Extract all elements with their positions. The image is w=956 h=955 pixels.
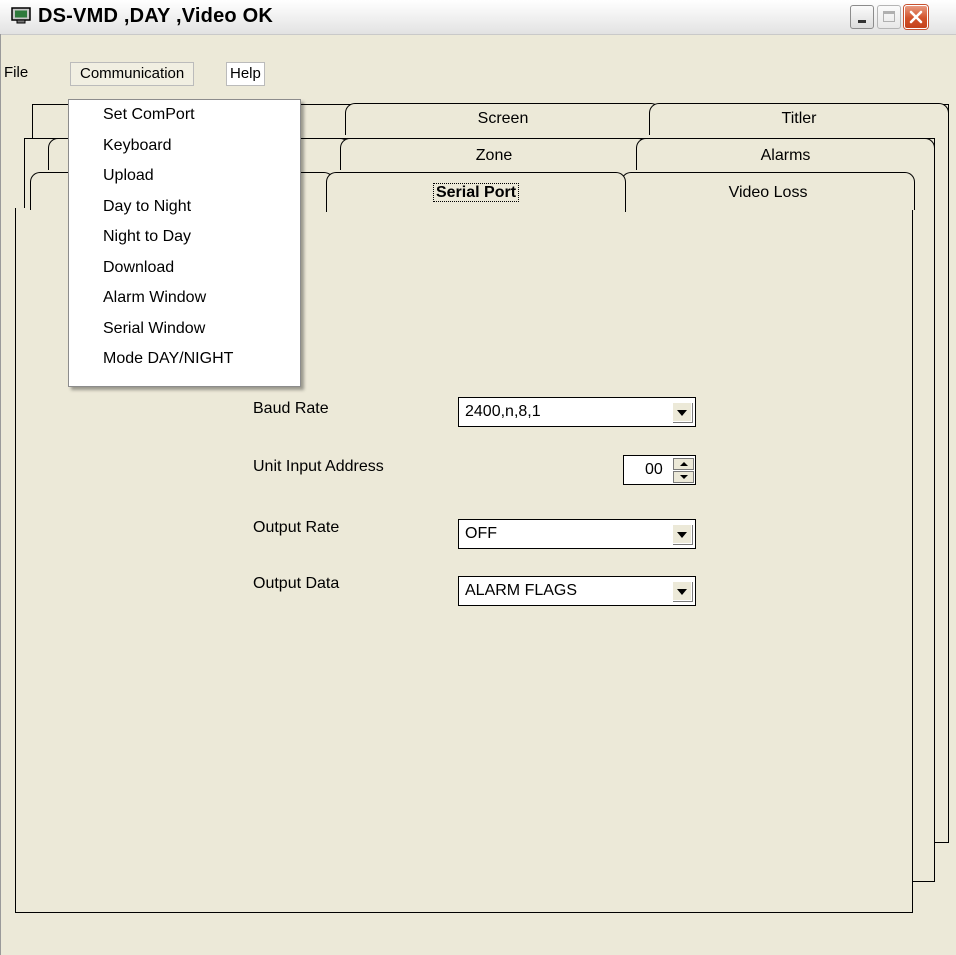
chevron-down-icon[interactable] (672, 581, 692, 601)
chevron-down-icon[interactable] (672, 524, 692, 544)
menu-item-upload[interactable]: Upload (103, 167, 154, 185)
unit-input-address-stepper[interactable]: 00 (623, 455, 696, 485)
menu-file[interactable]: File (4, 60, 28, 86)
tab-alarms[interactable]: Alarms (636, 138, 935, 170)
menu-bar: File Communication Help (0, 60, 956, 86)
tab-serial-port[interactable]: Serial Port (326, 172, 626, 212)
unit-input-address-value[interactable]: 00 (645, 461, 663, 479)
baud-rate-label: Baud Rate (253, 400, 329, 417)
output-rate-value: OFF (465, 525, 497, 542)
tab-serial-port-label: Serial Port (432, 183, 520, 202)
output-data-label: Output Data (253, 575, 340, 592)
menu-item-download[interactable]: Download (103, 259, 174, 277)
output-rate-label: Output Rate (253, 519, 340, 536)
stepper-down-icon[interactable] (673, 471, 694, 483)
output-data-select[interactable]: ALARM FLAGS (458, 576, 696, 606)
minimize-icon[interactable] (850, 5, 874, 29)
window-title: DS-VMD ,DAY ,Video OK (38, 5, 273, 27)
communication-menu: Set ComPort Keyboard Upload Day to Night… (68, 99, 301, 387)
unit-input-address-label: Unit Input Address (253, 458, 384, 475)
menu-item-mode-day-night[interactable]: Mode DAY/NIGHT (103, 350, 233, 368)
output-rate-select[interactable]: OFF (458, 519, 696, 549)
tab-titler[interactable]: Titler (649, 103, 949, 135)
chevron-down-icon[interactable] (672, 402, 692, 422)
menu-item-set-comport[interactable]: Set ComPort (103, 106, 195, 124)
title-bar[interactable]: DS-VMD ,DAY ,Video OK (0, 0, 956, 35)
window-border (0, 34, 1, 955)
menu-item-keyboard[interactable]: Keyboard (103, 137, 172, 155)
baud-rate-select[interactable]: 2400,n,8,1 (458, 397, 696, 427)
menu-help[interactable]: Help (226, 62, 265, 86)
baud-rate-value: 2400,n,8,1 (465, 403, 541, 420)
tab-screen[interactable]: Screen (345, 103, 661, 135)
stepper-up-icon[interactable] (673, 458, 694, 470)
tab-video-loss[interactable]: Video Loss (621, 172, 915, 210)
menu-item-alarm-window[interactable]: Alarm Window (103, 289, 206, 307)
output-data-value: ALARM FLAGS (465, 582, 578, 599)
menu-item-serial-window[interactable]: Serial Window (103, 320, 205, 338)
tab-zone[interactable]: Zone (340, 138, 648, 170)
menu-item-day-to-night[interactable]: Day to Night (103, 198, 191, 216)
close-icon[interactable] (904, 5, 928, 29)
menu-communication[interactable]: Communication (70, 62, 195, 86)
maximize-icon[interactable] (877, 5, 901, 29)
menu-item-night-to-day[interactable]: Night to Day (103, 228, 191, 246)
monitor-icon[interactable] (11, 7, 31, 25)
